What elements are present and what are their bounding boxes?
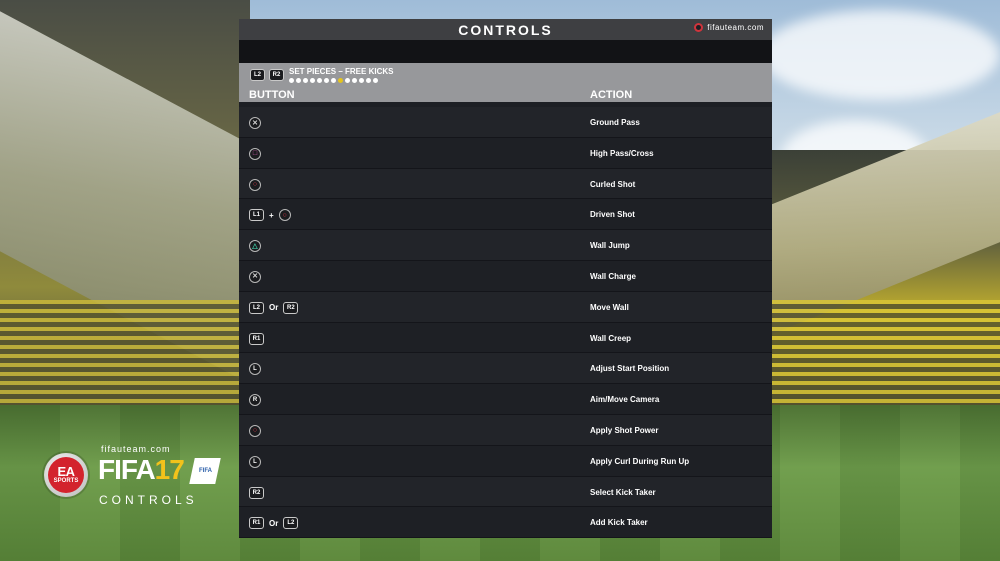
panel-header: CONTROLS fifauteam.com xyxy=(239,19,772,40)
control-row: □ High Pass/Cross xyxy=(239,137,772,169)
r2-button-icon: R2 xyxy=(249,486,264,499)
triangle-button-icon: △ xyxy=(249,240,261,253)
fifa-logo: fifauteam.com EA SPORTS FIFA17 FIFA CONT… xyxy=(44,444,244,514)
action-label: Adjust Start Position xyxy=(590,364,670,374)
brand-text: fifauteam.com xyxy=(707,23,764,32)
brand: fifauteam.com xyxy=(694,23,764,32)
row-buttons: L2 Or R2 xyxy=(249,301,299,314)
button-combo-connector: Or xyxy=(269,303,279,313)
cross-button-icon: ✕ xyxy=(249,117,261,129)
l2-button-icon: L2 xyxy=(249,301,264,314)
page-dot[interactable] xyxy=(296,78,301,83)
r2-button-icon[interactable]: R2 xyxy=(269,69,284,81)
row-buttons: R2 xyxy=(249,486,264,499)
page-dot[interactable] xyxy=(303,78,308,83)
r1-button-icon: R1 xyxy=(249,332,264,345)
row-buttons: ✕ xyxy=(249,270,261,283)
l2-button-icon[interactable]: L2 xyxy=(250,69,265,81)
fifa-wordmark: FIFA17 xyxy=(98,454,185,485)
action-label: Move Wall xyxy=(590,302,629,312)
square-button-icon: □ xyxy=(249,147,261,160)
control-row: R1 Wall Creep xyxy=(239,322,772,354)
page-dot[interactable] xyxy=(373,78,378,83)
logo-caption: CONTROLS xyxy=(99,493,198,507)
control-row: R Aim/Move Camera xyxy=(239,384,772,415)
page-dots xyxy=(289,78,378,83)
control-row: ○ Apply Shot Power xyxy=(239,414,772,446)
action-label: Apply Curl During Run Up xyxy=(590,456,690,466)
control-row: L2 Or R2 Move Wall xyxy=(239,291,772,323)
ea-sports-logo: EA SPORTS xyxy=(44,453,88,497)
action-label: Add Kick Taker xyxy=(590,518,648,528)
row-buttons: L xyxy=(249,363,261,376)
left-seats xyxy=(0,300,240,405)
control-row: L1 + ○ Driven Shot xyxy=(239,199,772,231)
controls-panel: CONTROLS fifauteam.com L2 R2 SET PIECES … xyxy=(239,19,772,539)
action-label: High Pass/Cross xyxy=(590,148,654,158)
button-combo-connector: + xyxy=(269,210,274,220)
section-buttons: L2 R2 xyxy=(250,69,284,81)
page-title: CONTROLS xyxy=(458,21,553,38)
row-buttons: △ xyxy=(249,240,261,253)
control-row: L Adjust Start Position xyxy=(239,353,772,385)
cross-button-icon: ✕ xyxy=(249,270,261,283)
action-label: Apply Shot Power xyxy=(590,425,659,435)
page-dot[interactable] xyxy=(345,78,350,83)
page-dot[interactable] xyxy=(317,78,322,83)
row-buttons: L xyxy=(249,455,261,468)
control-row: ○ Curled Shot xyxy=(239,168,772,200)
action-label: Curled Shot xyxy=(590,179,636,189)
circle-button-icon: ○ xyxy=(249,424,261,437)
column-header-action: ACTION xyxy=(590,89,633,101)
row-buttons: ○ xyxy=(249,178,261,191)
circle-button-icon: ○ xyxy=(278,209,291,222)
section-name: SET PIECES – FREE KICKS xyxy=(289,67,394,76)
column-headers: BUTTON ACTION xyxy=(239,88,772,102)
control-row: L Apply Curl During Run Up xyxy=(239,445,772,477)
brand-logo-icon xyxy=(694,23,704,32)
control-row: ✕ Ground Pass xyxy=(239,107,772,138)
controls-list: ✕ Ground Pass □ High Pass/Cross ○ Curled Shot… xyxy=(239,107,772,539)
page-dot[interactable] xyxy=(310,78,315,83)
fifa-badge-icon: FIFA xyxy=(189,458,221,484)
action-label: Aim/Move Camera xyxy=(590,395,660,405)
control-row: R1 Or L2 Add Kick Taker xyxy=(239,507,772,539)
action-label: Wall Jump xyxy=(590,241,630,251)
r2-button-icon: R2 xyxy=(283,301,299,314)
page-dot[interactable] xyxy=(359,78,364,83)
action-label: Ground Pass xyxy=(590,118,640,127)
row-buttons: ○ xyxy=(249,424,261,437)
row-buttons: □ xyxy=(249,147,261,160)
row-buttons: R1 Or L2 xyxy=(249,517,299,530)
l1-button-icon: L1 xyxy=(249,209,264,222)
row-buttons: L1 + ○ xyxy=(249,209,291,222)
control-row: △ Wall Jump xyxy=(239,230,772,261)
cloud xyxy=(760,10,1000,100)
page-dot[interactable] xyxy=(331,78,336,83)
r1-button-icon: R1 xyxy=(249,517,264,530)
page-dot-active[interactable] xyxy=(338,78,343,83)
button-combo-connector: Or xyxy=(269,518,279,528)
logo-site-text: fifauteam.com xyxy=(101,444,171,454)
page-dot[interactable] xyxy=(324,78,329,83)
row-buttons: ✕ xyxy=(249,117,261,129)
right-seats xyxy=(770,300,1000,405)
column-header-button: BUTTON xyxy=(249,89,295,101)
l-stick-icon: L xyxy=(249,363,261,376)
control-row: ✕ Wall Charge xyxy=(239,260,772,292)
action-label: Wall Creep xyxy=(590,333,632,343)
action-label: Select Kick Taker xyxy=(590,487,656,497)
page-dot[interactable] xyxy=(366,78,371,83)
row-buttons: R xyxy=(249,394,261,407)
action-label: Wall Charge xyxy=(590,271,636,281)
page-dot[interactable] xyxy=(352,78,357,83)
page-dot[interactable] xyxy=(289,78,294,83)
l2-button-icon: L2 xyxy=(283,517,299,530)
r-stick-icon: R xyxy=(249,394,261,407)
circle-button-icon: ○ xyxy=(249,178,261,191)
action-label: Driven Shot xyxy=(590,210,635,220)
row-buttons: R1 xyxy=(249,332,264,345)
l-stick-icon: L xyxy=(249,455,261,468)
control-row: R2 Select Kick Taker xyxy=(239,476,772,508)
